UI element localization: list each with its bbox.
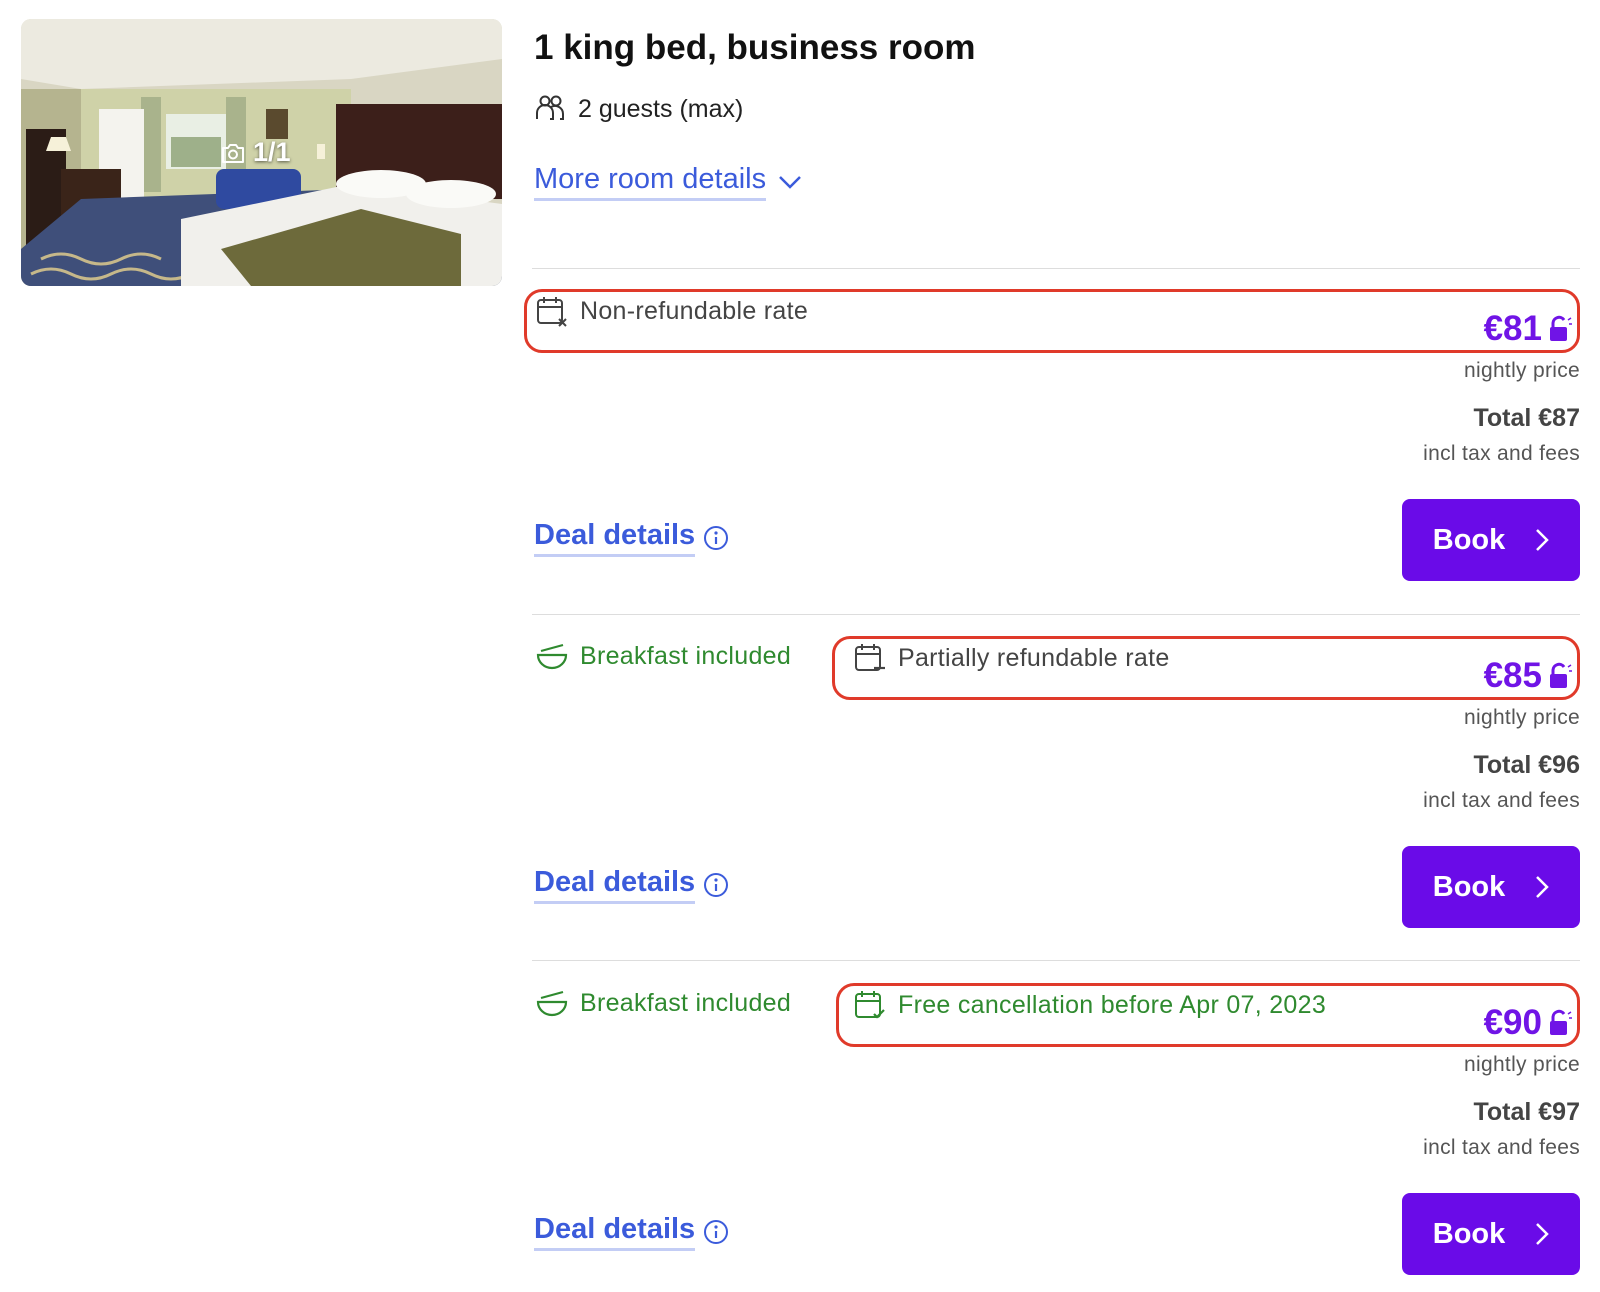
price-value: €81 xyxy=(1483,309,1542,348)
section-divider xyxy=(532,960,1580,961)
camera-icon xyxy=(222,143,244,163)
rate-offer: Breakfast included Partially refundable … xyxy=(532,636,1580,966)
nightly-price: €90 xyxy=(1484,1003,1572,1043)
book-button-label: Book xyxy=(1432,523,1506,556)
info-icon xyxy=(704,873,729,897)
breakfast-feature: Breakfast included xyxy=(536,642,791,671)
chevron-right-icon xyxy=(1536,529,1550,551)
deal-details-label: Deal details xyxy=(534,1213,696,1251)
nightly-price: €81 xyxy=(1484,309,1572,349)
rate-policy-text: Non-refundable rate xyxy=(580,296,809,325)
room-title: 1 king bed, business room xyxy=(534,28,976,67)
breakfast-text: Breakfast included xyxy=(580,989,792,1017)
nightly-price: €85 xyxy=(1484,656,1572,696)
book-button-label: Book xyxy=(1432,1217,1506,1250)
rate-policy: Non-refundable rate xyxy=(536,295,808,327)
guests-icon xyxy=(536,95,565,120)
info-icon xyxy=(704,1220,729,1244)
book-button[interactable]: Book xyxy=(1402,1193,1580,1275)
breakfast-bowl-icon xyxy=(536,990,568,1016)
more-room-details-label: More room details xyxy=(534,163,767,201)
rate-policy-text: Partially refundable rate xyxy=(898,643,1170,672)
deal-details-link[interactable]: Deal details xyxy=(534,1213,729,1251)
more-room-details-link[interactable]: More room details xyxy=(534,163,802,201)
chevron-down-icon xyxy=(779,176,801,189)
book-button[interactable]: Book xyxy=(1402,499,1580,581)
info-icon xyxy=(704,526,729,550)
section-divider xyxy=(532,614,1580,615)
unlocked-deal-icon xyxy=(1550,662,1572,688)
price-value: €90 xyxy=(1483,1003,1542,1042)
calendar-minus-icon xyxy=(855,644,885,671)
chevron-right-icon xyxy=(1536,1223,1550,1245)
calendar-check-icon xyxy=(855,991,885,1019)
section-divider xyxy=(532,268,1580,269)
book-button-label: Book xyxy=(1432,870,1506,903)
tax-note: incl tax and fees xyxy=(1423,1136,1580,1159)
deal-details-label: Deal details xyxy=(534,519,696,557)
rate-policy-text: Free cancellation before Apr 07, 2023 xyxy=(898,990,1327,1019)
breakfast-text: Breakfast included xyxy=(580,642,792,670)
tax-note: incl tax and fees xyxy=(1423,442,1580,465)
nightly-price-label: nightly price xyxy=(1464,706,1580,729)
rate-policy: Partially refundable rate xyxy=(854,642,1170,674)
price-value: €85 xyxy=(1483,656,1542,695)
total-price: Total €87 xyxy=(1473,404,1580,432)
unlocked-deal-icon xyxy=(1550,315,1572,341)
tax-note: incl tax and fees xyxy=(1423,789,1580,812)
photo-counter: 1/1 xyxy=(221,137,291,168)
rate-policy: Free cancellation before Apr 07, 2023 xyxy=(854,989,1326,1021)
deal-details-label: Deal details xyxy=(534,866,696,904)
nightly-price-label: nightly price xyxy=(1464,1053,1580,1076)
deal-details-link[interactable]: Deal details xyxy=(534,519,729,557)
book-button[interactable]: Book xyxy=(1402,846,1580,928)
rate-offer: Breakfast included Free cancellation bef… xyxy=(532,983,1580,1292)
calendar-x-icon xyxy=(537,297,567,327)
unlocked-deal-icon xyxy=(1550,1009,1572,1035)
total-price: Total €97 xyxy=(1473,1098,1580,1126)
deal-details-link[interactable]: Deal details xyxy=(534,866,729,904)
breakfast-feature: Breakfast included xyxy=(536,989,791,1018)
guest-capacity: 2 guests (max) xyxy=(534,93,743,125)
breakfast-bowl-icon xyxy=(536,643,568,669)
rate-offer: Non-refundable rate €81 nightly price To… xyxy=(524,289,1580,619)
chevron-right-icon xyxy=(1536,876,1550,898)
total-price: Total €96 xyxy=(1473,751,1580,779)
nightly-price-label: nightly price xyxy=(1464,359,1580,382)
room-photo[interactable]: 1/1 xyxy=(21,19,502,286)
photo-counter-text: 1/1 xyxy=(253,137,291,167)
guest-capacity-text: 2 guests (max) xyxy=(578,94,744,123)
